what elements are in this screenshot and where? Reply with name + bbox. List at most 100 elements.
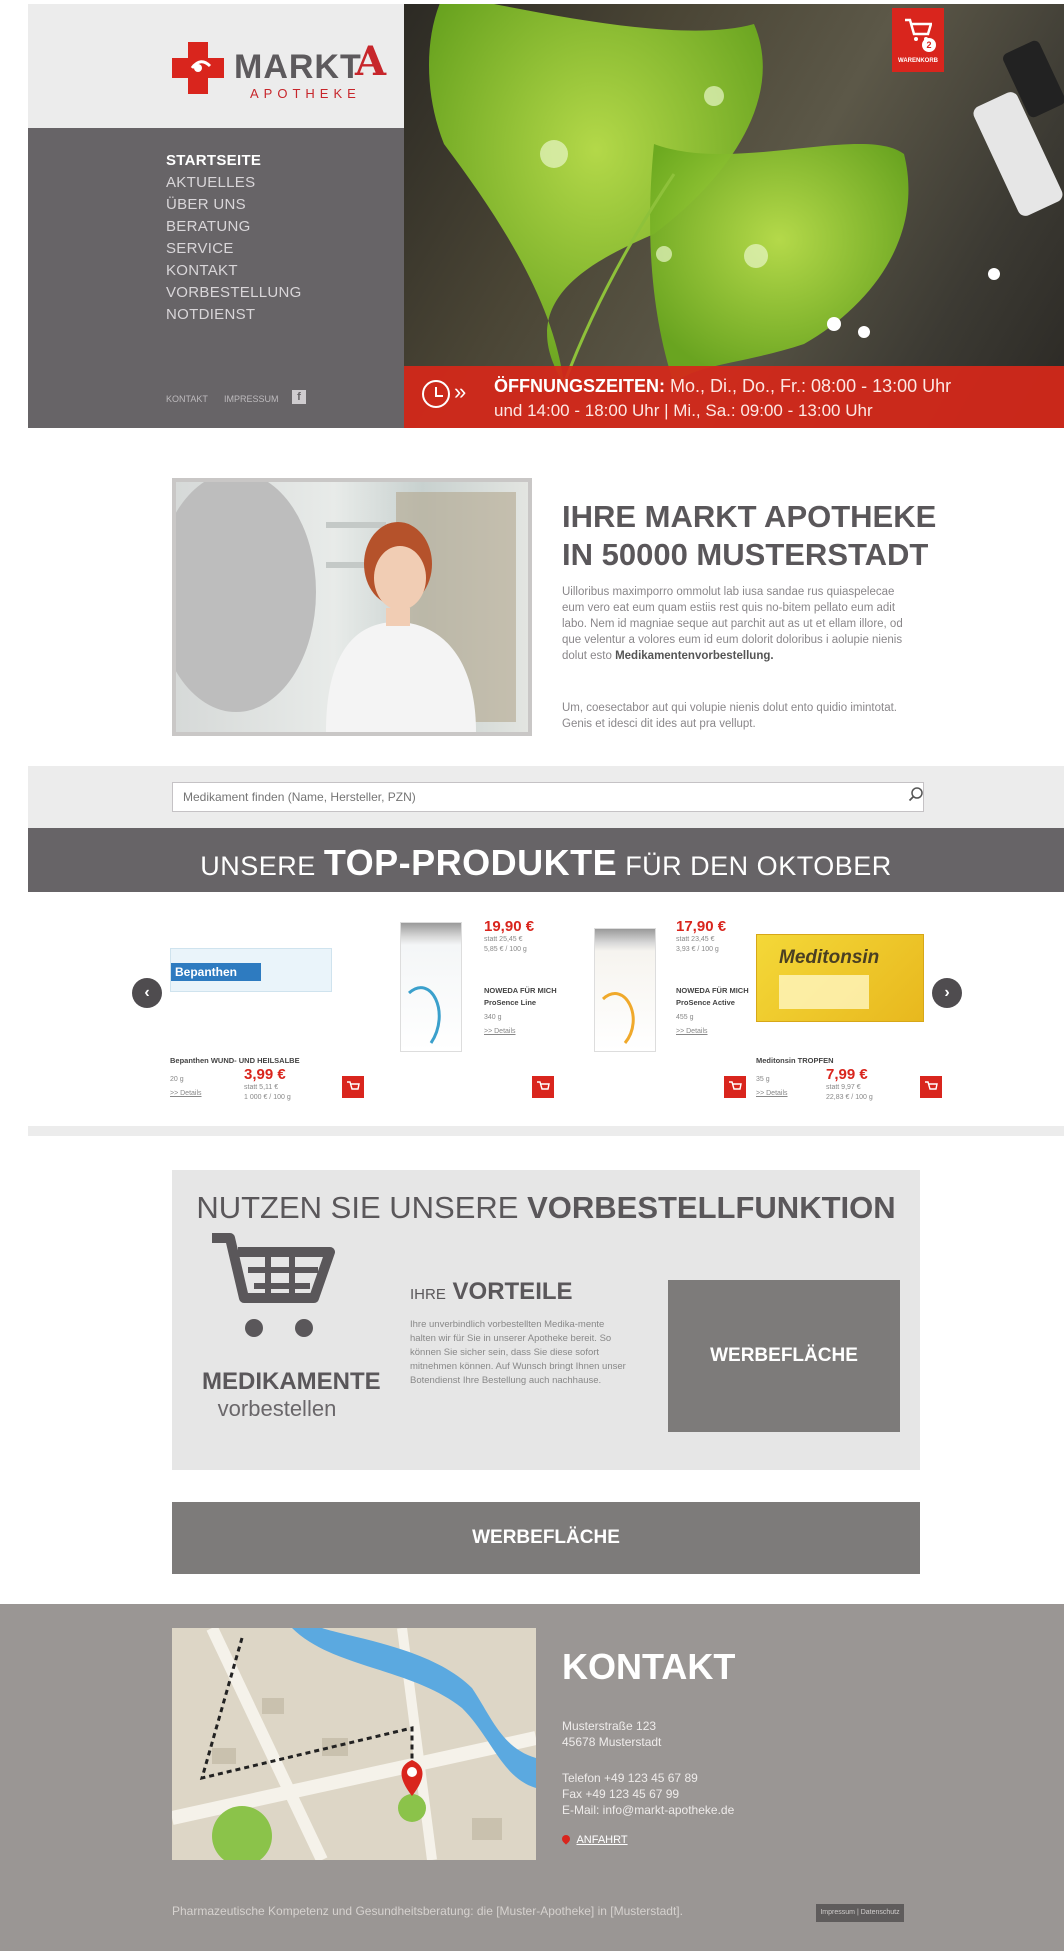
product-card[interactable]: Bepanthen Bepanthen WUND- UND HEILSALBE … [170,892,370,1112]
intro-title: IHRE MARKT APOTHEKE IN 50000 MUSTERSTADT [562,498,936,574]
intro-title-line2: IN 50000 MUSTERSTADT [562,537,929,572]
contact-email[interactable]: E-Mail: info@markt-apotheke.de [562,1802,734,1818]
footer-datenschutz-link[interactable]: Datenschutz [861,1909,900,1916]
product-image [400,922,462,1052]
cart-icon [729,1081,742,1090]
directions-link[interactable]: ANFAHRT [560,1833,628,1846]
product-details-link[interactable]: >> Details [484,1028,516,1035]
logo-area[interactable]: MARKT APOTHEKE A [28,4,404,128]
ad-space-square[interactable]: WERBEFLÄCHE [668,1280,900,1432]
product-name: Bepanthen WUND- UND HEILSALBE [170,1056,300,1065]
intro-title-line1: IHRE MARKT APOTHEKE [562,499,937,534]
map-pin-icon [560,1833,572,1845]
pharmacist-photo [172,478,532,736]
nav-item-kontakt[interactable]: KONTAKT [166,262,238,279]
advantages-title-bold: VORTEILE [452,1278,573,1305]
product-size: 340 g [484,1014,502,1021]
product-swirl-graphic [407,986,441,1044]
nav-item-ueber-uns[interactable]: ÜBER UNS [166,196,246,213]
product-size: 20 g [170,1076,184,1083]
advantages-text: Ihre unverbindlich vorbestellten Medika-… [410,1319,626,1386]
product-details-link[interactable]: >> Details [170,1090,202,1097]
meta-link-impressum[interactable]: IMPRESSUM [224,394,279,404]
intro-paragraph-2: Um, coesectabor aut qui volupie nienis d… [562,702,897,730]
nav-item-notdienst[interactable]: NOTDIENST [166,306,255,323]
product-image [594,928,656,1052]
nav-item-service[interactable]: SERVICE [166,240,234,257]
facebook-icon[interactable]: f [292,390,306,404]
double-chevron-icon: » [454,379,467,404]
cart-icon [537,1081,550,1090]
product-card[interactable]: 19,90 € statt 25,45 € 5,85 € / 100 g NOW… [370,892,560,1112]
hero-image [404,4,1064,428]
product-size: 35 g [756,1076,770,1083]
contact-fax: Fax +49 123 45 67 99 [562,1787,680,1801]
add-to-cart-button[interactable] [532,1076,554,1098]
nav-item-startseite[interactable]: STARTSEITE [166,152,261,169]
product-name-line2: ProSence Line [484,998,537,1007]
cart-button[interactable]: 2 WARENKORB [892,8,944,72]
product-name: NOWEDA FÜR MICH [676,986,749,995]
meta-link-kontakt[interactable]: KONTAKT [166,394,208,404]
apotheke-a-logo: A [355,38,387,85]
opening-hours-days: Mo., Di., Do., Fr.: 08:00 - 13:00 Uhr [670,376,952,396]
nav-item-aktuelles[interactable]: AKTUELLES [166,174,255,191]
product-size: 455 g [676,1014,694,1021]
advantages-title: IHRE VORTEILE [410,1278,573,1306]
product-carousel: ‹ › Bepanthen Bepanthen WUND- UND HEILSA… [28,892,1064,1112]
cart-label: WARENKORB [898,58,938,64]
top-products-pre: UNSERE [200,851,316,881]
shopping-cart-icon[interactable] [208,1232,338,1348]
footer-impressum-link[interactable]: Impressum [820,1909,855,1916]
product-base-price: 5,85 € / 100 g [484,946,527,953]
add-to-cart-button[interactable] [920,1076,942,1098]
directions-label: ANFAHRT [576,1834,628,1846]
intro-text-bold: Medikamentenvorbestellung. [615,650,774,662]
location-map[interactable] [172,1628,536,1860]
ginkgo-leaves-image [429,4,1064,385]
product-details-link[interactable]: >> Details [676,1028,708,1035]
pack-label-panel [779,975,869,1009]
carousel-prev-button[interactable]: ‹ [132,978,162,1008]
cart-count-badge: 2 [922,38,936,52]
product-name-line2: ProSence Active [676,998,735,1007]
ad-space-wide[interactable]: WERBEFLÄCHE [172,1502,920,1574]
preorder-cta-subtitle[interactable]: vorbestellen [202,1396,352,1422]
top-products-title: UNSERE TOP-PRODUKTE FÜR DEN OKTOBER [28,842,1064,884]
footer-tagline: Pharmazeutische Kompetenz und Gesundheit… [172,1904,683,1918]
pack-label: Meditonsin [779,947,880,968]
pack-label: Bepanthen [171,963,261,981]
contact-city: 45678 Musterstadt [562,1735,662,1749]
product-base-price: 3,93 € / 100 g [676,946,719,953]
cart-icon [925,1081,938,1090]
product-card[interactable]: 17,90 € statt 23,45 € 3,93 € / 100 g NOW… [562,892,752,1112]
product-name: NOWEDA FÜR MICH [484,986,557,995]
contact-footer: KONTAKT Musterstraße 123 45678 Mustersta… [0,1604,1064,1951]
nav-item-vorbestellung[interactable]: VORBESTELLUNG [166,284,302,301]
product-base-price: 1 000 € / 100 g [244,1094,291,1101]
advantages-title-pre: IHRE [410,1286,446,1303]
intro-paragraph-1: Uilloribus maximporro ommolut lab iusa s… [562,584,912,664]
search-icon[interactable] [908,786,924,802]
product-swirl-graphic [601,992,635,1044]
pharmacy-cross-icon [172,42,224,94]
nav-item-beratung[interactable]: BERATUNG [166,218,251,235]
product-details-link[interactable]: >> Details [756,1090,788,1097]
preorder-cta-title[interactable]: MEDIKAMENTE [202,1368,381,1396]
brand-name: MARKT [234,48,362,86]
add-to-cart-button[interactable] [342,1076,364,1098]
product-price: 17,90 € [676,918,727,935]
search-input[interactable] [172,782,924,812]
site-header: MARKT APOTHEKE A STARTSEITE AKTUELLES ÜB… [28,4,1064,428]
top-products-bold: TOP-PRODUKTE [323,842,618,883]
product-card[interactable]: Meditonsin Meditonsin TROPFEN 35 g >> De… [754,892,944,1112]
top-products-banner: UNSERE TOP-PRODUKTE FÜR DEN OKTOBER [28,828,1064,892]
map-graphic [172,1628,536,1860]
add-to-cart-button[interactable] [724,1076,746,1098]
contact-phone[interactable]: Telefon +49 123 45 67 89 [562,1770,698,1786]
product-name: Meditonsin TROPFEN [756,1056,834,1065]
preorder-title-bold: VORBESTELLFUNKTION [527,1190,896,1225]
product-uvp: statt 5,11 € [244,1084,279,1091]
search-section [28,766,1064,828]
section-divider [28,1126,1064,1136]
